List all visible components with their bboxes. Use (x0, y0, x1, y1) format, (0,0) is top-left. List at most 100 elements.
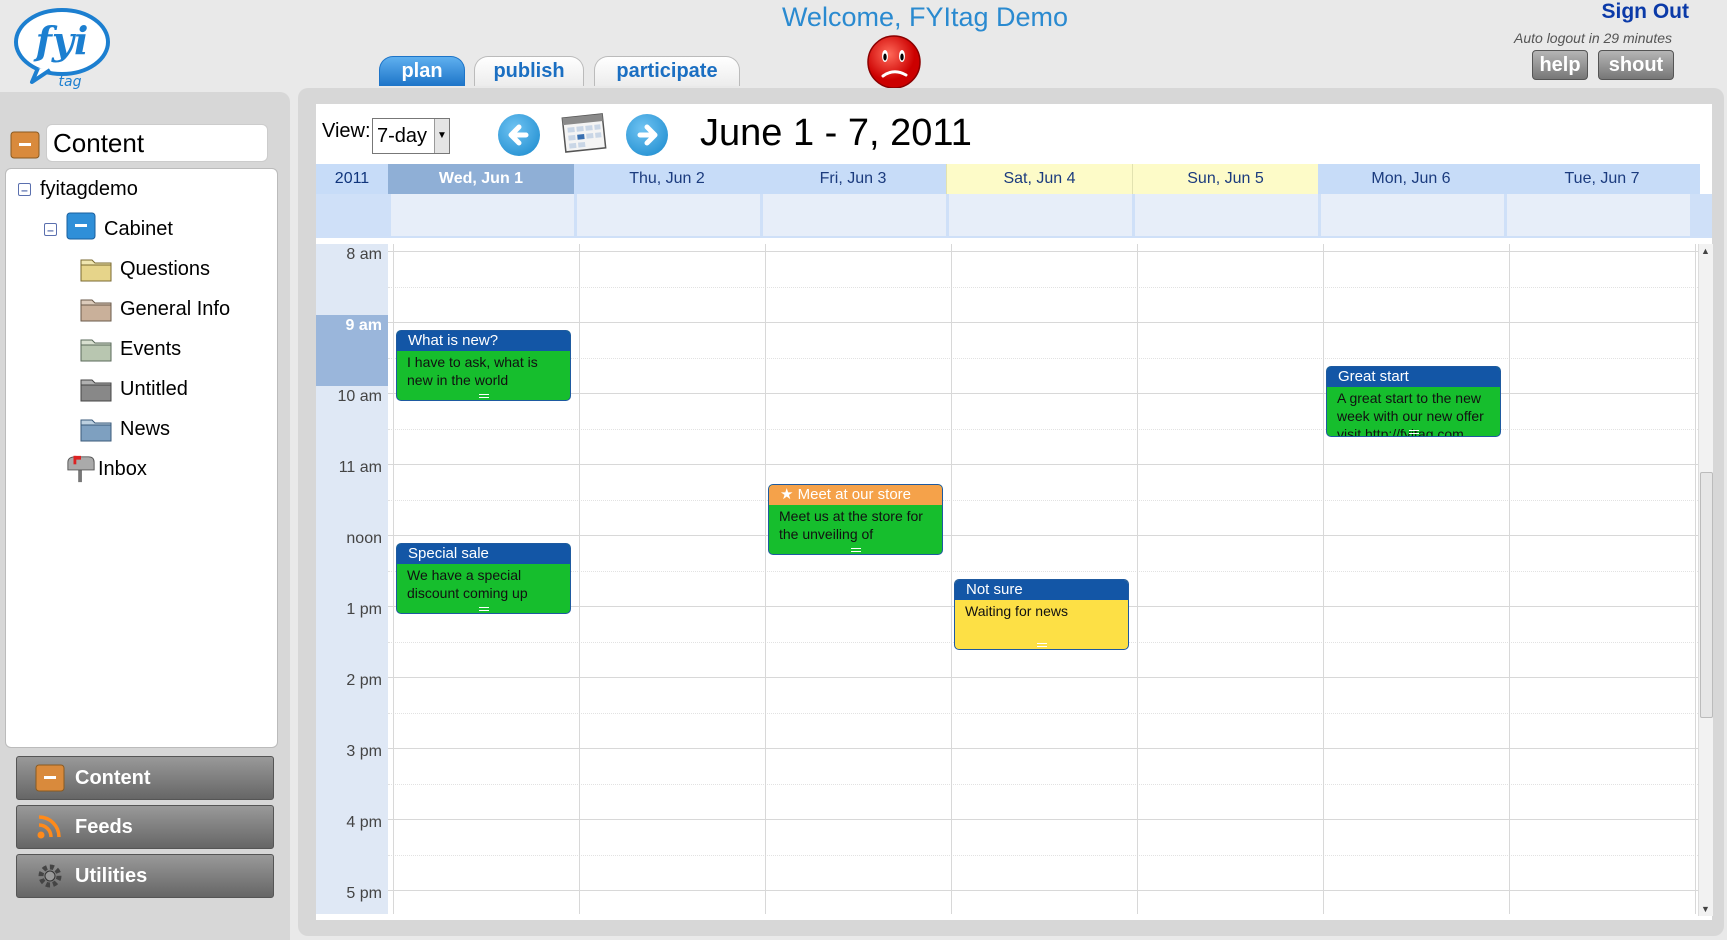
hour-line (388, 322, 1700, 323)
day-header[interactable]: Mon, Jun 6 (1318, 164, 1504, 194)
day-column-line (765, 244, 766, 914)
tree-item-news[interactable]: News (80, 409, 230, 449)
half-hour-line (388, 286, 1700, 288)
folder-icon (80, 419, 112, 442)
logo-sub-text: tag (59, 74, 82, 90)
all-day-cell[interactable] (1134, 194, 1318, 236)
time-label: 5 pm (346, 885, 382, 902)
accordion-utilities-button[interactable]: Utilities (16, 854, 274, 898)
calendar-picker-icon[interactable] (560, 110, 608, 156)
folder-tree: – fyitagdemo – Cabinet Questions General… (5, 168, 278, 748)
sign-out-link[interactable]: Sign Out (1602, 0, 1690, 24)
hour-line (388, 819, 1700, 820)
calendar-event[interactable]: Special sale We have a special discount c… (396, 543, 571, 614)
gear-icon (35, 862, 65, 890)
event-body: Meet us at the store for the unveiling o… (779, 508, 923, 543)
time-label: 2 pm (346, 672, 382, 689)
collapse-content-icon[interactable] (10, 131, 40, 159)
folder-icon (80, 379, 112, 402)
half-hour-line (388, 499, 1700, 501)
time-label: 11 am (338, 459, 382, 476)
tree-root-label: fyitagdemo (40, 177, 138, 200)
tree-root[interactable]: – fyitagdemo (18, 169, 138, 209)
calendar-event[interactable]: Great start A great start to the new week… (1326, 365, 1501, 437)
all-day-cell[interactable] (762, 194, 946, 236)
scroll-up-icon[interactable]: ▲ (1701, 246, 1710, 256)
all-day-cell[interactable] (948, 194, 1132, 236)
tab-publish[interactable]: publish (474, 56, 584, 86)
half-hour-line (388, 570, 1700, 572)
time-label: 4 pm (346, 814, 382, 831)
tree-item-label: Events (120, 337, 182, 360)
tab-participate[interactable]: participate (594, 56, 740, 86)
mailbox-icon (67, 455, 95, 483)
day-header[interactable]: Sun, Jun 5 (1132, 164, 1318, 194)
accordion-label: Content (75, 766, 151, 789)
tree-item-label: Inbox (98, 457, 147, 480)
day-column-line (1695, 244, 1696, 914)
accordion-content-button[interactable]: Content (16, 756, 274, 800)
tab-plan[interactable]: plan (379, 56, 465, 86)
view-select[interactable]: 7-day ▼ (372, 118, 450, 154)
day-header[interactable]: Tue, Jun 7 (1504, 164, 1700, 194)
all-day-cell[interactable] (576, 194, 760, 236)
day-header[interactable]: Thu, Jun 2 (574, 164, 760, 194)
calendar-event[interactable]: ★ Meet at our store Meet us at the store … (768, 484, 943, 556)
all-day-cell[interactable] (1320, 194, 1504, 236)
rss-icon (35, 813, 65, 841)
tree-item-questions[interactable]: Questions (80, 249, 230, 289)
previous-week-button[interactable] (498, 114, 540, 156)
day-column-line (579, 244, 580, 914)
resize-handle[interactable] (850, 548, 861, 553)
content-icon (35, 764, 65, 792)
arrow-right-icon (637, 124, 658, 146)
time-label: 1 pm (346, 601, 382, 618)
tree-item-untitled[interactable]: Untitled (80, 369, 230, 409)
collapse-cabinet-icon[interactable]: – (44, 222, 57, 236)
calendar-event[interactable]: Not sure Waiting for news (954, 578, 1129, 650)
all-day-cell[interactable] (390, 194, 574, 236)
time-label: 9 am (345, 317, 382, 334)
time-label: noon (346, 530, 382, 547)
tree-item-label: Untitled (120, 377, 188, 400)
cabinet-icon (66, 212, 96, 246)
day-header[interactable]: Fri, Jun 3 (760, 164, 946, 194)
help-button[interactable]: help (1532, 50, 1588, 80)
half-hour-line (388, 428, 1700, 430)
year-label: 2011 (316, 164, 388, 194)
shout-button[interactable]: shout (1598, 50, 1674, 80)
folder-icon (80, 299, 112, 322)
date-range-title: June 1 - 7, 2011 (700, 112, 972, 154)
tree-item-inbox[interactable]: Inbox (66, 449, 147, 489)
hour-line (388, 890, 1700, 891)
day-column-line (1509, 244, 1510, 914)
tree-item-label: Questions (120, 257, 211, 280)
next-week-button[interactable] (626, 114, 668, 156)
resize-handle[interactable] (1036, 642, 1047, 647)
tree-item-cabinet[interactable]: – Cabinet (44, 209, 173, 249)
scroll-down-icon[interactable]: ▼ (1701, 904, 1710, 914)
all-day-cell[interactable] (1506, 194, 1690, 236)
event-title: Great start (1327, 366, 1500, 387)
tree-item-events[interactable]: Events (80, 329, 230, 369)
collapse-root-icon[interactable]: – (18, 182, 31, 196)
calendar-event[interactable]: What is new? I have to ask, what is new i… (396, 330, 571, 401)
accordion-feeds-button[interactable]: Feeds (16, 805, 274, 849)
resize-handle[interactable] (1408, 429, 1419, 434)
day-column-line (951, 244, 952, 914)
resize-handle[interactable] (478, 394, 489, 398)
hour-line (388, 535, 1700, 536)
hour-line (388, 677, 1700, 678)
event-title: ★ Meet at our store (769, 485, 942, 506)
tree-item-general-info[interactable]: General Info (80, 289, 230, 329)
arrow-left-icon (508, 124, 529, 146)
scrollbar-thumb[interactable] (1700, 472, 1713, 718)
day-header[interactable]: Sat, Jun 4 (946, 164, 1132, 194)
event-body: I have to ask, what is new in the world (407, 354, 538, 388)
resize-handle[interactable] (478, 607, 489, 611)
day-header[interactable]: Wed, Jun 1 (388, 164, 574, 194)
dropdown-arrow-icon[interactable]: ▼ (434, 119, 449, 153)
accordion-label: Feeds (75, 815, 133, 838)
tree-item-label: News (120, 417, 171, 440)
event-body: Waiting for news (965, 602, 1068, 619)
